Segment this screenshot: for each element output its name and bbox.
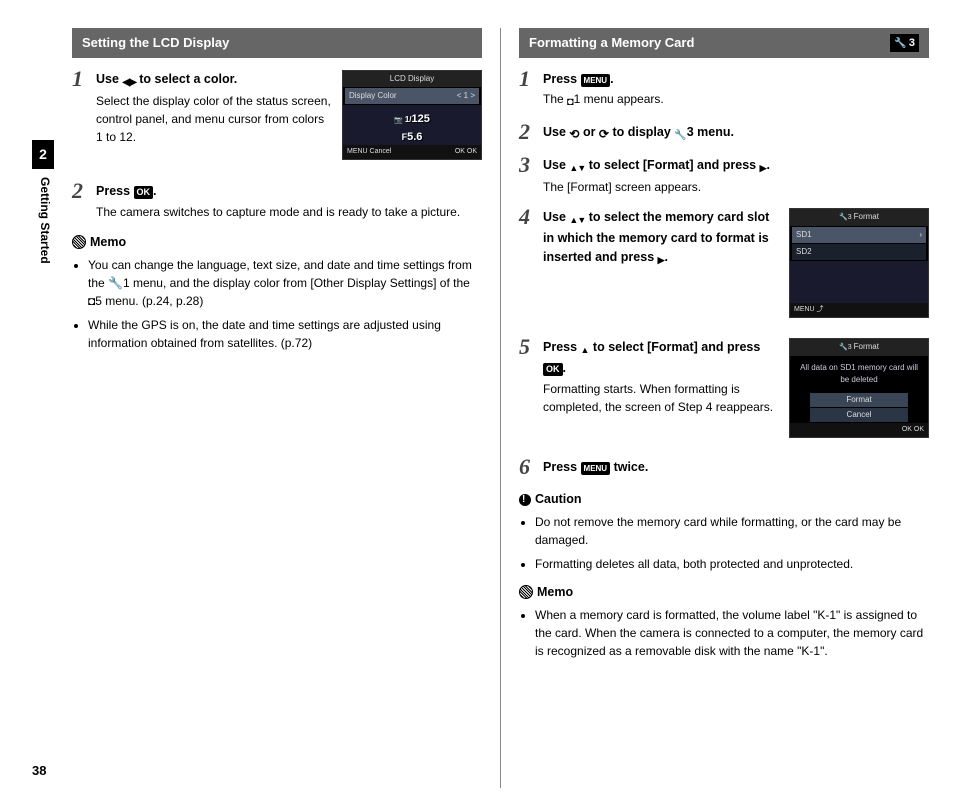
camera-icon: [567, 94, 574, 111]
wrench-icon: [674, 125, 686, 144]
list-item: You can change the language, text size, …: [88, 256, 482, 310]
page-number: 38: [32, 761, 46, 781]
lcd-display-preview: LCD Display Display Color< 1 > 📷 1/125 F…: [342, 70, 482, 161]
list-item: When a memory card is formatted, the vol…: [535, 606, 929, 660]
step-4: 4 🔧3 Format SD1› SD2 MENU ⤴ Use to selec…: [519, 208, 929, 322]
menu-button-icon: MENU: [581, 74, 611, 87]
memo-heading: Memo: [519, 583, 929, 602]
chapter-tab: 2 Getting Started: [32, 140, 54, 264]
step-2: 2 Use or to display 3 menu.: [519, 123, 929, 144]
heading-text: Formatting a Memory Card: [529, 33, 694, 53]
left-right-icon: [122, 72, 135, 91]
step-6: 6 Press MENU twice.: [519, 458, 929, 478]
step-5: 5 🔧3 Format All data on SD1 memory card …: [519, 338, 929, 442]
step-1: 1 LCD Display Display Color< 1 > 📷 1/125…: [72, 70, 482, 165]
step-2: 2 Press OK. The camera switches to captu…: [72, 182, 482, 221]
step-desc: The camera switches to capture mode and …: [96, 203, 482, 221]
chapter-label: Getting Started: [32, 169, 58, 264]
chapter-number: 2: [32, 140, 54, 169]
menu-badge: 3: [890, 34, 919, 53]
section-heading-lcd: Setting the LCD Display: [72, 28, 482, 58]
list-item: Formatting deletes all data, both protec…: [535, 555, 929, 573]
column-divider: [500, 28, 501, 788]
ok-button-icon: OK: [543, 363, 563, 376]
caution-heading: Caution: [519, 490, 929, 509]
right-arrow-icon: [760, 158, 767, 177]
lcd-format-slot: 🔧3 Format SD1› SD2 MENU ⤴: [789, 208, 929, 318]
up-down-icon: [569, 158, 585, 177]
caution-icon: [519, 494, 531, 506]
up-down-icon: [569, 210, 585, 229]
lcd-title: LCD Display: [343, 71, 481, 87]
memo-icon: [72, 235, 86, 249]
right-arrow-icon: [658, 250, 665, 269]
right-column: Formatting a Memory Card 3 1 Press MENU.…: [519, 28, 929, 788]
step-1: 1 Press MENU. The 1 menu appears.: [519, 70, 929, 111]
left-column: Setting the LCD Display 1 LCD Display Di…: [72, 28, 482, 788]
list-item: While the GPS is on, the date and time s…: [88, 316, 482, 352]
memo-heading: Memo: [72, 233, 482, 252]
manual-page: 2 Getting Started 38 Setting the LCD Dis…: [32, 10, 932, 780]
menu-button-icon: MENU: [581, 462, 611, 475]
memo-list: When a memory card is formatted, the vol…: [519, 606, 929, 660]
list-item: Do not remove the memory card while form…: [535, 513, 929, 549]
step-number: 2: [72, 180, 96, 202]
step-3: 3 Use to select [Format] and press . The…: [519, 156, 929, 197]
dial-right-icon: [599, 125, 609, 144]
dial-left-icon: [569, 125, 579, 144]
memo-icon: [519, 585, 533, 599]
memo-list: You can change the language, text size, …: [72, 256, 482, 352]
lcd-format-confirm: 🔧3 Format All data on SD1 memory card wi…: [789, 338, 929, 438]
step-number: 1: [72, 68, 96, 90]
caution-list: Do not remove the memory card while form…: [519, 513, 929, 573]
heading-text: Setting the LCD Display: [82, 33, 229, 53]
ok-button-icon: OK: [134, 186, 154, 199]
wrench-icon: [894, 35, 906, 52]
section-heading-format: Formatting a Memory Card 3: [519, 28, 929, 58]
